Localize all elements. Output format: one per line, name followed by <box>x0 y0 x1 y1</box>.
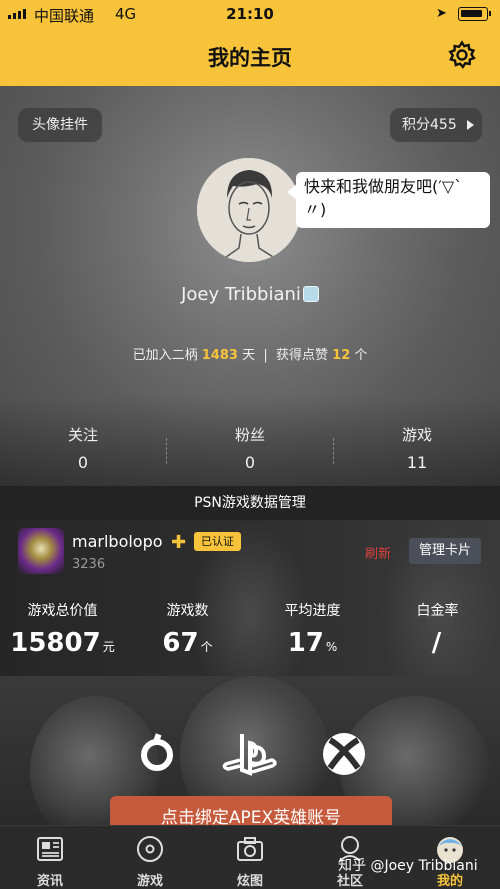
manage-card-button[interactable]: 管理卡片 <box>409 538 481 564</box>
metric-value: 67 <box>162 628 199 658</box>
stat-value: 11 <box>406 453 428 472</box>
likes-unit: 个 <box>354 348 368 363</box>
username-row: Joey Tribbiani <box>0 284 500 305</box>
psn-section-title: PSN游戏数据管理 <box>0 486 500 520</box>
stat-label: 粉丝 <box>234 426 265 444</box>
metric-value: 17 <box>287 628 324 658</box>
portrait-sketch <box>197 158 301 262</box>
username: Joey Tribbiani <box>181 284 301 305</box>
points-label: 积分455 <box>402 117 457 133</box>
tab-gallery[interactable]: 炫图 <box>200 826 300 889</box>
stat-label: 游戏 <box>401 426 432 444</box>
tab-label: 资讯 <box>36 874 63 889</box>
battery-icon <box>458 7 491 21</box>
tab-games[interactable]: 游戏 <box>100 826 200 889</box>
speech-bubble: 快来和我做朋友吧(′▽`〃) <box>287 172 490 228</box>
summary-separator: | <box>263 348 268 363</box>
metric-label: 平均进度 <box>284 603 341 619</box>
stat-following[interactable]: 关注 0 <box>0 424 166 472</box>
plus-icon: ✚ <box>171 532 187 553</box>
psn-card: marlbolopo ✚ 已认证 3236 刷新 管理卡片 游戏总价值 1580… <box>0 520 500 676</box>
likes-count: 12 <box>332 348 351 363</box>
metric-label: 白金率 <box>416 603 459 619</box>
stat-label: 关注 <box>67 426 98 444</box>
psn-account-name: marlbolopo <box>72 532 163 551</box>
xbox-icon[interactable] <box>320 730 368 778</box>
metric-game-count: 游戏数 67 个 <box>125 600 250 658</box>
origin-icon[interactable] <box>135 732 179 776</box>
play-arrow-icon <box>467 120 474 130</box>
stat-games[interactable]: 游戏 11 <box>334 424 500 472</box>
disc-icon <box>137 836 163 862</box>
bind-apex-button[interactable]: 点击绑定APEX英雄账号 <box>110 796 392 826</box>
metric-unit: 元 <box>102 640 115 654</box>
stat-followers[interactable]: 粉丝 0 <box>167 424 333 472</box>
metric-average-progress: 平均进度 17% <box>250 600 375 658</box>
joined-days: 1483 <box>201 348 238 363</box>
refresh-button[interactable]: 刷新 <box>365 543 391 562</box>
membership-summary: 已加入二柄 1483 天 | 获得点赞 12 个 <box>0 344 500 363</box>
social-stats: 关注 0 粉丝 0 游戏 11 <box>0 424 500 474</box>
camera-icon <box>237 837 263 861</box>
status-bar: 中国联通 4G 21:10 ➤ <box>0 0 500 30</box>
tab-label: 炫图 <box>236 874 263 889</box>
gear-icon[interactable] <box>447 40 477 70</box>
platform-icons <box>0 728 500 788</box>
news-icon <box>37 837 63 861</box>
metric-value: / <box>431 628 442 658</box>
metric-unit: 个 <box>200 640 213 654</box>
stat-value: 0 <box>77 453 89 472</box>
verified-badge: 已认证 <box>194 532 241 551</box>
apex-banner: 点击绑定APEX英雄账号 <box>0 676 500 826</box>
metric-total-value: 游戏总价值 15807 元 <box>0 600 125 658</box>
tab-label: 游戏 <box>136 874 163 889</box>
metric-label: 游戏总价值 <box>27 603 98 619</box>
likes-prefix: 获得点赞 <box>276 348 329 363</box>
playstation-icon[interactable] <box>220 730 280 778</box>
page-title: 我的主页 <box>208 46 292 70</box>
metric-platinum-rate: 白金率 / <box>375 600 500 658</box>
psn-avatar[interactable] <box>18 528 64 574</box>
location-icon: ➤ <box>436 6 447 21</box>
app-header: 中国联通 4G 21:10 ➤ 我的主页 <box>0 0 500 86</box>
watermark: 知乎 @Joey Tribbiani <box>338 858 478 874</box>
joined-prefix: 已加入二柄 <box>132 348 198 363</box>
metric-value: 15807 <box>10 628 101 658</box>
avatar[interactable] <box>197 158 301 262</box>
psn-account-id: 3236 <box>72 557 106 572</box>
tab-news[interactable]: 资讯 <box>0 826 100 889</box>
status-time: 21:10 <box>226 5 274 23</box>
avatar-frame-button[interactable]: 头像挂件 <box>18 108 102 142</box>
joined-unit: 天 <box>242 348 256 363</box>
level-badge-icon <box>302 286 319 302</box>
metric-label: 游戏数 <box>166 603 209 619</box>
profile-hero: 头像挂件 积分455 快来和我做朋友吧(′▽`〃) Joey Tribbiani… <box>0 86 500 486</box>
points-button[interactable]: 积分455 <box>390 108 482 142</box>
metric-unit: % <box>325 640 338 654</box>
stat-value: 0 <box>244 453 256 472</box>
psn-metrics: 游戏总价值 15807 元 游戏数 67 个 平均进度 17% 白金率 / <box>0 600 500 670</box>
